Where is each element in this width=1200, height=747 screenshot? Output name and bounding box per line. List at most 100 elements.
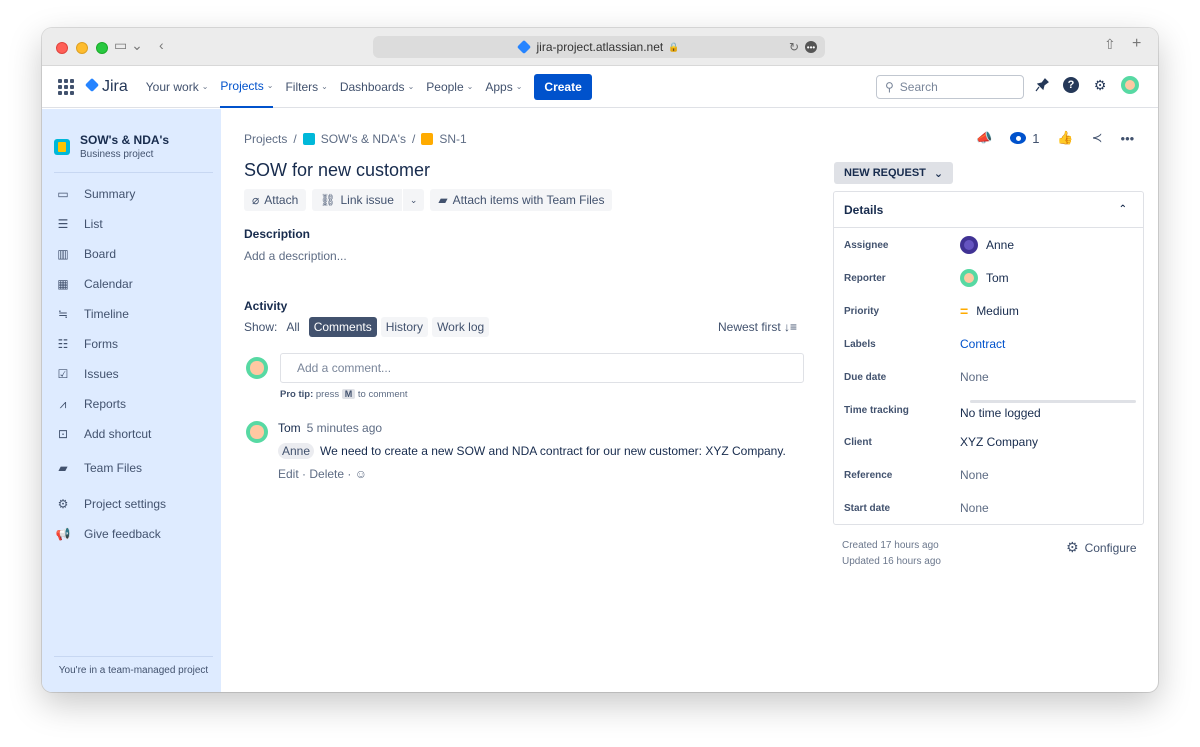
sidebar-item-list[interactable]: ☰ List (42, 209, 221, 239)
filter-history[interactable]: History (380, 317, 429, 337)
chevron-down-icon: ⌄ (201, 82, 209, 91)
share-icon[interactable]: ≺ (1092, 130, 1103, 146)
configure-label: Configure (1084, 540, 1137, 555)
nav-apps[interactable]: Apps ⌄ (485, 66, 522, 108)
settings-gear-icon[interactable]: ⚙ (1091, 76, 1109, 94)
sidebar-item-project-settings[interactable]: ⚙ Project settings (42, 489, 221, 519)
new-tab-icon[interactable]: + (1132, 35, 1141, 53)
description-field[interactable]: Add a description... (244, 249, 347, 263)
sidebar-item-team-files[interactable]: ▰ Team Files (42, 453, 221, 483)
field-due-date[interactable]: Due date None (844, 367, 1134, 387)
help-icon[interactable]: ? (1063, 77, 1079, 93)
edit-comment-button[interactable]: Edit (278, 467, 299, 481)
summary-icon: ▭ (57, 187, 69, 201)
description-label: Description (244, 227, 311, 241)
nav-filters-label: Filters (285, 79, 319, 94)
sidebar-toggle-icon[interactable]: ▭ ⌄ (114, 37, 143, 54)
sort-toggle[interactable]: Newest first ↓≡ (718, 320, 797, 334)
sidebar-item-board[interactable]: ▥ Board (42, 239, 221, 269)
nav-people[interactable]: People ⌄ (426, 66, 473, 108)
status-dropdown[interactable]: NEW REQUEST ⌄ (834, 162, 954, 184)
field-assignee[interactable]: Assignee Anne (844, 235, 1134, 255)
more-icon[interactable]: ••• (805, 41, 817, 53)
nav-projects[interactable]: Projects ⌄ (220, 66, 274, 108)
sort-icon: ↓≡ (784, 320, 798, 334)
search-input[interactable]: ⚲ Search (876, 75, 1024, 99)
sidebar-item-forms[interactable]: ☷ Forms (42, 329, 221, 359)
search-icon: ⚲ (885, 80, 894, 94)
issue-title[interactable]: SOW for new customer (244, 160, 430, 181)
field-label: Time tracking (844, 404, 909, 416)
breadcrumb-issue-key[interactable]: SN-1 (439, 132, 466, 146)
link-issue-button[interactable]: ⛓ Link issue (312, 189, 402, 211)
comment-author-avatar[interactable] (246, 421, 268, 443)
field-client[interactable]: Client XYZ Company (844, 432, 1134, 452)
comment-author[interactable]: Tom (278, 421, 301, 435)
attach-team-files-button[interactable]: ▰ Attach items with Team Files (430, 189, 613, 211)
sidebar-item-reports[interactable]: ⩘ Reports (42, 389, 221, 419)
jira-logo[interactable]: Jira (84, 78, 128, 96)
link-issue-label: Link issue (340, 193, 394, 207)
url-bar[interactable]: jira-project.atlassian.net 🔒 ↻ ••• (373, 36, 825, 58)
add-reaction-icon[interactable]: ☺ (355, 467, 367, 481)
project-name: SOW's & NDA's (80, 133, 170, 147)
field-reporter[interactable]: Reporter Tom (844, 268, 1134, 288)
add-shortcut-icon: ⊡ (57, 427, 69, 441)
reporter-name: Tom (986, 271, 1009, 285)
sidebar-item-timeline[interactable]: ≒ Timeline (42, 299, 221, 329)
breadcrumb-project[interactable]: SOW's & NDA's (321, 132, 406, 146)
field-start-date[interactable]: Start date None (844, 498, 1134, 518)
created-time: Created 17 hours ago (842, 540, 939, 551)
sidebar-item-summary[interactable]: ▭ Summary (42, 179, 221, 209)
feedback-megaphone-icon[interactable]: 📣 (976, 130, 992, 146)
url-text: jira-project.atlassian.net (536, 40, 664, 54)
app-switcher-icon[interactable] (58, 78, 74, 95)
reload-icon[interactable]: ↻ (789, 40, 799, 54)
share-icon[interactable]: ⇧ (1104, 36, 1116, 53)
more-actions-icon[interactable]: ••• (1121, 131, 1135, 146)
jira-logo-text: Jira (102, 77, 128, 95)
field-labels[interactable]: Labels Contract (844, 334, 1134, 354)
comment-body: Anne We need to create a new SOW and NDA… (278, 443, 786, 459)
sidebar-item-give-feedback[interactable]: 📢 Give feedback (42, 519, 221, 549)
zoom-window-button[interactable] (96, 42, 108, 54)
thumbs-up-icon[interactable]: 👍 (1057, 130, 1073, 146)
sidebar-item-calendar[interactable]: ▦ Calendar (42, 269, 221, 299)
nav-actions: ? ⚙ (1033, 76, 1139, 94)
details-header[interactable]: Details ⌃ (834, 192, 1143, 228)
notifications-icon[interactable] (1033, 76, 1051, 94)
sidebar-item-label: Summary (84, 187, 136, 201)
comment-input[interactable]: Add a comment... (280, 353, 804, 383)
assignee-avatar (960, 236, 978, 254)
configure-button[interactable]: ⚙ Configure (1066, 539, 1137, 556)
minimize-window-button[interactable] (76, 42, 88, 54)
nav-filters[interactable]: Filters ⌄ (285, 66, 327, 108)
field-time-tracking[interactable]: Time tracking No time logged (844, 400, 1136, 420)
create-button[interactable]: Create (534, 73, 592, 100)
filter-all[interactable]: All (281, 317, 304, 337)
sidebar-item-add-shortcut[interactable]: ⊡ Add shortcut (42, 419, 221, 449)
sidebar-item-label: List (84, 217, 103, 231)
breadcrumb-projects[interactable]: Projects (244, 132, 287, 146)
filter-comments[interactable]: Comments (308, 317, 377, 337)
mention[interactable]: Anne (278, 443, 315, 459)
forms-icon: ☷ (57, 337, 69, 351)
field-reference[interactable]: Reference None (844, 465, 1134, 485)
user-avatar[interactable] (1121, 76, 1139, 94)
attach-button[interactable]: ⌀ Attach (244, 189, 307, 211)
field-priority[interactable]: Priority = Medium (844, 301, 1134, 321)
close-window-button[interactable] (56, 42, 68, 54)
filter-work-log[interactable]: Work log (432, 317, 490, 337)
nav-your-work[interactable]: Your work ⌄ (146, 66, 209, 108)
watch-button[interactable]: 1 (1010, 131, 1039, 146)
project-header[interactable]: SOW's & NDA's Business project (42, 109, 221, 160)
delete-comment-button[interactable]: Delete (309, 467, 344, 481)
back-icon[interactable]: ‹ (159, 37, 164, 53)
field-value: Tom (960, 269, 1009, 287)
sidebar-item-issues[interactable]: ☑ Issues (42, 359, 221, 389)
comment-actions: Edit · Delete · ☺ (278, 467, 367, 481)
label-tag[interactable]: Contract (960, 337, 1005, 351)
pro-tip-label: Pro tip: (280, 389, 314, 400)
nav-dashboards[interactable]: Dashboards ⌄ (340, 66, 414, 108)
link-issue-dropdown[interactable]: ⌄ (402, 189, 425, 211)
